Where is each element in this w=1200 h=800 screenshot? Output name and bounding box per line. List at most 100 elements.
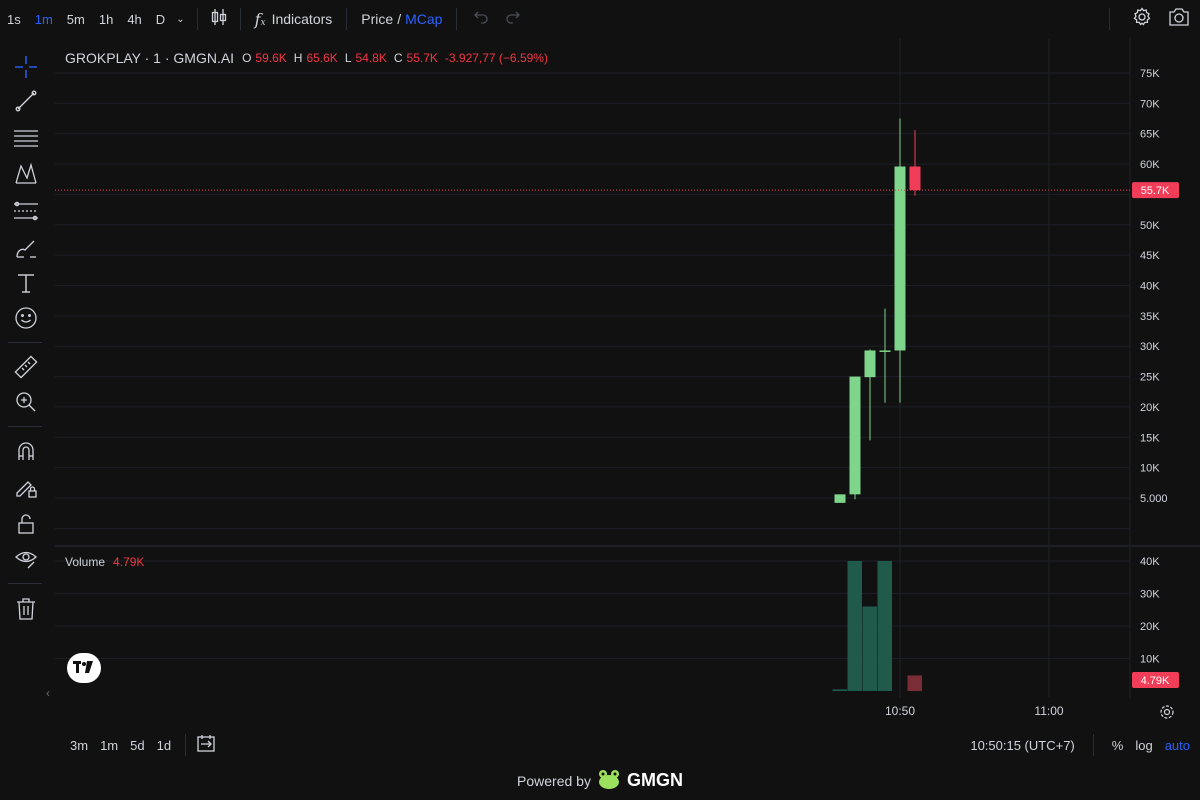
toolbar-divider [346, 8, 348, 30]
undo-icon[interactable] [463, 10, 499, 29]
candle-body[interactable] [879, 350, 891, 352]
timeframe-D[interactable]: D [149, 12, 172, 27]
price-tick-label: 20K [1140, 402, 1160, 414]
price-mcap-toggle[interactable]: Price / MCap [353, 11, 450, 27]
tradingview-logo[interactable] [67, 653, 101, 683]
candle-body[interactable] [849, 376, 861, 495]
log-toggle[interactable]: log [1135, 738, 1152, 753]
candle-body[interactable] [864, 350, 876, 378]
range-list: 3m 1m 5d 1d [58, 738, 171, 753]
crosshair-icon[interactable] [13, 54, 39, 80]
timeframe-1h[interactable]: 1h [92, 12, 120, 27]
toolbar-divider [185, 734, 187, 756]
mcap-label: MCap [405, 11, 443, 27]
timeframe-4h[interactable]: 4h [120, 12, 148, 27]
open-value: 59.6K [255, 51, 287, 65]
trash-icon[interactable] [13, 596, 39, 622]
goto-date-icon[interactable] [196, 733, 216, 758]
bottom-toolbar: 3m 1m 5d 1d 10:50:15 (UTC+7) % log auto [0, 730, 1200, 760]
pattern-icon[interactable] [13, 161, 39, 187]
volume-label[interactable]: Volume [65, 555, 105, 569]
tool-divider [8, 342, 42, 343]
range-1m[interactable]: 1m [100, 738, 118, 753]
timeframe-dropdown-icon[interactable]: ⌄ [176, 14, 184, 25]
redo-icon[interactable] [499, 10, 527, 29]
percent-toggle[interactable]: % [1112, 738, 1124, 753]
high-label: H [293, 51, 303, 65]
volume-legend: Volume 4.79K [65, 555, 144, 569]
close-label: C [393, 51, 403, 65]
ohlc-legend: GROKPLAY · 1 · GMGN.AI O 59.6K H 65.6K L 54… [65, 50, 551, 66]
ruler-icon[interactable] [13, 354, 39, 380]
low-label: L [344, 51, 352, 65]
price-tick-label: 65K [1140, 129, 1160, 141]
toolbar-divider [456, 8, 458, 30]
emoji-icon[interactable] [13, 305, 39, 331]
time-tick-label: 10:50 [885, 704, 915, 718]
zoom-in-icon[interactable] [13, 389, 39, 415]
volume-tick-label: 20K [1140, 621, 1160, 633]
powered-by-text: Powered by [517, 772, 591, 789]
timeframe-1m[interactable]: 1m [28, 12, 60, 27]
volume-tick-label: 10K [1140, 654, 1160, 666]
range-1d[interactable]: 1d [157, 738, 171, 753]
volume-bar[interactable] [832, 689, 848, 691]
axis-settings-icon[interactable] [1160, 705, 1174, 719]
volume-bar[interactable] [907, 675, 923, 691]
time-tick-label: 11:00 [1034, 704, 1063, 718]
bottom-right: 10:50:15 (UTC+7) % log auto [970, 730, 1190, 760]
indicators-button[interactable]: fx Indicators [247, 10, 341, 29]
current-volume-label: 4.79K [1141, 675, 1170, 687]
horizontal-lines-icon[interactable] [13, 125, 39, 151]
close-value: 55.7K [406, 51, 438, 65]
volume-bar[interactable] [847, 561, 863, 691]
eye-icon[interactable] [13, 545, 39, 571]
chart-area[interactable]: 75K 70K 65K 60K 50K 45K 40K 35K 30K 25K 20K 15K 10K 5… [55, 38, 1200, 730]
toolbar-divider [1092, 734, 1094, 756]
price-tick-label: 75K [1140, 68, 1160, 80]
candle-body[interactable] [834, 494, 846, 503]
range-3m[interactable]: 3m [70, 738, 88, 753]
candlestick-chart[interactable]: 75K 70K 65K 60K 50K 45K 40K 35K 30K 25K 20K 15K 10K 5… [55, 38, 1200, 730]
timeframe-1s[interactable]: 1s [0, 12, 28, 27]
function-icon: fx [254, 9, 266, 29]
candles-icon[interactable] [204, 8, 234, 31]
settings-gear-icon[interactable] [1132, 6, 1152, 32]
auto-toggle[interactable]: auto [1165, 738, 1190, 753]
price-tick-label: 35K [1140, 311, 1160, 323]
timeframe-5m[interactable]: 5m [60, 12, 92, 27]
text-icon[interactable] [13, 270, 39, 296]
timeframe-list: 1s 1m 5m 1h 4h D [0, 12, 172, 27]
collapse-chevron-icon[interactable]: ‹ [46, 686, 50, 700]
indicators-label: Indicators [271, 11, 333, 27]
gmgn-frog-icon [597, 768, 621, 793]
slash-label: / [397, 11, 402, 27]
range-5d[interactable]: 5d [130, 738, 144, 753]
price-tick-label: 60K [1140, 159, 1160, 171]
brush-icon[interactable] [13, 236, 39, 262]
toolbar-divider [239, 8, 241, 30]
clock-display[interactable]: 10:50:15 (UTC+7) [970, 738, 1074, 753]
volume-bar[interactable] [862, 606, 878, 692]
price-tick-label: 30K [1140, 341, 1160, 353]
candle-body[interactable] [909, 166, 921, 191]
volume-tick-label: 30K [1140, 589, 1160, 601]
change-value: -3.927,77 (−6.59%) [444, 51, 548, 65]
low-value: 54.8K [355, 51, 387, 65]
price-tick-label: 15K [1140, 432, 1160, 444]
price-tick-label: 40K [1140, 281, 1160, 293]
price-tick-label: 70K [1140, 98, 1160, 110]
candle-body[interactable] [894, 166, 906, 351]
gmgn-brand: GMGN [626, 770, 683, 790]
trend-line-icon[interactable] [13, 88, 39, 114]
symbol-title[interactable]: GROKPLAY · 1 · GMGN.AI [65, 50, 234, 66]
tool-divider [8, 426, 42, 427]
lock-drawing-icon[interactable] [13, 474, 39, 500]
toolbar-right [1103, 0, 1200, 38]
price-tick-label: 5.000 [1140, 493, 1168, 505]
fib-levels-icon[interactable] [13, 198, 39, 224]
magnet-icon[interactable] [13, 438, 39, 464]
lock-icon[interactable] [13, 511, 39, 537]
volume-bar[interactable] [877, 561, 893, 691]
camera-icon[interactable] [1168, 7, 1190, 32]
